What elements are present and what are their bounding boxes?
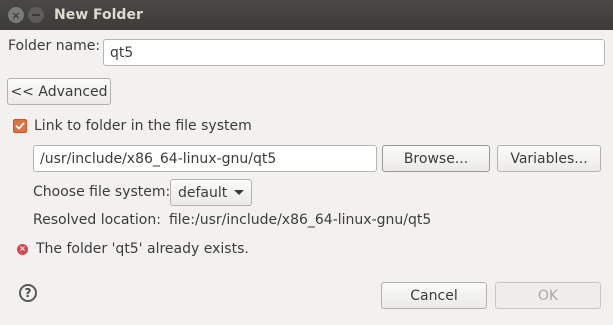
close-window-button[interactable]: ×	[8, 7, 24, 23]
browse-button[interactable]: Browse...	[382, 145, 490, 172]
minimize-window-button[interactable]	[28, 7, 44, 23]
error-message-row: × The folder 'qt5' already exists.	[17, 240, 249, 258]
link-to-folder-label[interactable]: Link to folder in the file system	[34, 118, 252, 134]
link-to-folder-checkbox[interactable]	[13, 119, 27, 133]
help-icon[interactable]: ?	[19, 284, 37, 302]
file-system-row: Choose file system:	[33, 179, 170, 206]
cancel-button[interactable]: Cancel	[381, 282, 487, 309]
file-system-selected: default	[178, 184, 228, 201]
error-message: The folder 'qt5' already exists.	[36, 241, 249, 257]
advanced-button[interactable]: << Advanced	[7, 78, 111, 105]
resolved-location-row: Resolved location: file:/usr/include/x86…	[33, 211, 431, 229]
folder-name-input[interactable]: qt5	[103, 39, 605, 66]
resolved-location-label: Resolved location:	[33, 212, 161, 228]
checkmark-icon	[15, 122, 25, 130]
variables-button[interactable]: Variables...	[497, 145, 601, 172]
link-to-folder-row: Link to folder in the file system	[13, 118, 252, 134]
folder-name-row: Folder name:	[8, 38, 100, 54]
folder-name-value: qt5	[110, 44, 134, 61]
minimize-icon	[32, 14, 40, 16]
chevron-down-icon	[234, 190, 245, 195]
file-system-label: Choose file system:	[33, 184, 171, 200]
close-icon: ×	[11, 8, 21, 22]
ok-button[interactable]: OK	[495, 282, 601, 309]
link-path-value: /usr/include/x86_64-linux-gnu/qt5	[40, 150, 277, 167]
folder-name-label: Folder name:	[8, 38, 101, 54]
window-title: New Folder	[54, 7, 143, 23]
title-bar: × New Folder	[0, 0, 613, 30]
file-system-select[interactable]: default	[170, 179, 252, 206]
error-icon: ×	[17, 243, 28, 255]
new-folder-dialog: × New Folder Folder name: qt5 << Advance…	[0, 0, 613, 325]
resolved-location-value: file:/usr/include/x86_64-linux-gnu/qt5	[168, 212, 432, 228]
link-path-input[interactable]: /usr/include/x86_64-linux-gnu/qt5	[33, 145, 377, 172]
